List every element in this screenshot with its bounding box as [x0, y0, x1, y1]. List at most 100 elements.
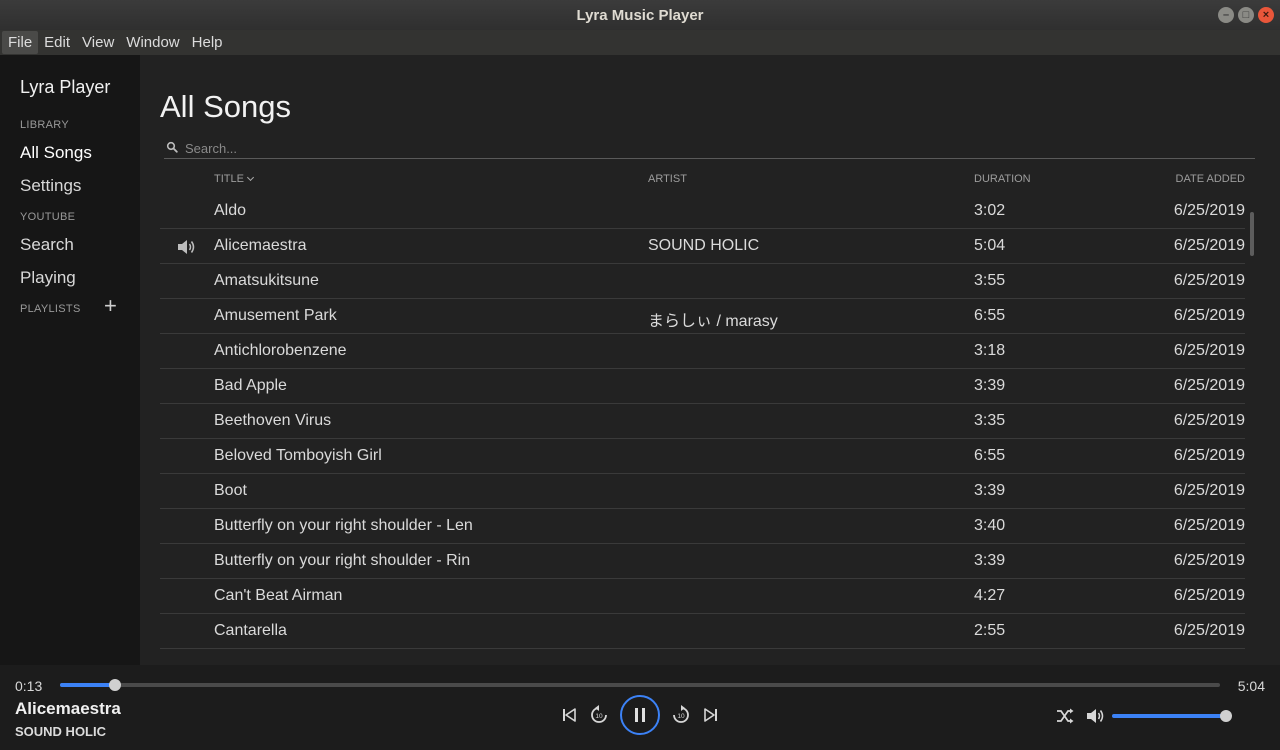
skip-previous-button[interactable]	[559, 705, 579, 725]
window-title: Lyra Music Player	[576, 6, 704, 24]
library-section-label: LIBRARY	[20, 119, 69, 131]
song-title: Aldo	[214, 202, 247, 219]
page-title: All Songs	[160, 89, 291, 124]
sidebar-item-search[interactable]: Search	[20, 235, 74, 255]
skip-next-button[interactable]	[701, 705, 721, 725]
song-artist: SOUND HOLIC	[648, 237, 760, 254]
song-title: Butterfly on your right shoulder - Len	[214, 517, 473, 534]
song-title: Boot	[214, 482, 247, 499]
seek-bar[interactable]	[60, 679, 1220, 691]
table-row[interactable]: Boot 3:39 6/25/2019	[160, 474, 1245, 509]
song-duration: 3:55	[974, 272, 1006, 289]
table-row[interactable]: Amatsukitsune 3:55 6/25/2019	[160, 264, 1245, 299]
svg-text:10: 10	[595, 713, 603, 720]
maximize-button[interactable]: □	[1238, 7, 1254, 23]
youtube-section-label: YOUTUBE	[20, 211, 76, 223]
sidebar-item-playing[interactable]: Playing	[20, 268, 76, 288]
now-playing-speaker-icon	[178, 240, 195, 254]
song-duration: 3:40	[974, 517, 1006, 534]
song-duration: 6:55	[974, 447, 1006, 464]
forward-10-icon: 10	[673, 705, 689, 723]
table-row[interactable]: Amusement Park まらしぃ / marasy 6:55 6/25/2019	[160, 299, 1245, 334]
table-row[interactable]: Cantarella 2:55 6/25/2019	[160, 614, 1245, 649]
volume-icon	[1086, 709, 1103, 723]
table-header: TITLE ARTIST DURATION DATE ADDED	[160, 173, 1245, 189]
skip-previous-icon	[563, 708, 576, 722]
sidebar-item-settings[interactable]: Settings	[20, 176, 81, 196]
song-title: Amatsukitsune	[214, 272, 319, 289]
menu-view[interactable]: View	[76, 31, 120, 54]
current-time: 0:13	[15, 678, 43, 694]
song-date-added: 6/25/2019	[1173, 272, 1245, 289]
song-date-added: 6/25/2019	[1173, 307, 1245, 324]
replay-10-icon: 10	[591, 705, 607, 723]
scrollbar-thumb[interactable]	[1250, 212, 1254, 256]
menu-edit[interactable]: Edit	[38, 31, 76, 54]
menu-bar: File Edit View Window Help	[0, 30, 1280, 55]
song-duration: 3:39	[974, 377, 1006, 394]
table-row[interactable]: Beloved Tomboyish Girl 6:55 6/25/2019	[160, 439, 1245, 474]
volume-slider-handle[interactable]	[1220, 710, 1232, 722]
add-playlist-plus-icon[interactable]: +	[104, 295, 117, 317]
playlists-section-label: PLAYLISTS	[20, 303, 81, 315]
shuffle-icon	[1057, 708, 1074, 724]
song-date-added: 6/25/2019	[1173, 447, 1245, 464]
song-duration: 4:27	[974, 587, 1006, 604]
player-bar: 0:13 5:04 Alicemaestra SOUND HOLIC 10 10	[0, 665, 1280, 750]
table-row[interactable]: Aldo 3:02 6/25/2019	[160, 194, 1245, 229]
table-row[interactable]: Butterfly on your right shoulder - Rin 3:…	[160, 544, 1245, 579]
replay-10-button[interactable]: 10	[587, 703, 611, 727]
pause-icon	[635, 708, 645, 722]
song-duration: 3:18	[974, 342, 1006, 359]
table-row[interactable]: Antichlorobenzene 3:18 6/25/2019	[160, 334, 1245, 369]
search-icon	[166, 141, 178, 153]
pause-button[interactable]	[620, 695, 660, 735]
song-duration: 5:04	[974, 237, 1006, 254]
song-title: Alicemaestra	[214, 237, 307, 254]
song-duration: 3:35	[974, 412, 1006, 429]
seek-bar-handle[interactable]	[108, 679, 121, 691]
song-title: Antichlorobenzene	[214, 342, 347, 359]
song-duration: 3:39	[974, 482, 1006, 499]
forward-10-button[interactable]: 10	[669, 703, 693, 727]
song-date-added: 6/25/2019	[1173, 237, 1245, 254]
sort-chevron-down-icon	[246, 173, 254, 182]
main-content: All Songs TITLE ARTIST DURATION DATE ADD…	[140, 55, 1280, 665]
song-title: Butterfly on your right shoulder - Rin	[214, 552, 471, 569]
sidebar: Lyra Player LIBRARY All Songs Settings Y…	[0, 55, 140, 665]
song-title: Can't Beat Airman	[214, 587, 343, 604]
table-row[interactable]: Beethoven Virus 3:35 6/25/2019	[160, 404, 1245, 439]
column-title-header[interactable]: TITLE	[214, 173, 254, 185]
total-time: 5:04	[1237, 678, 1265, 694]
song-duration: 3:39	[974, 552, 1006, 569]
search-input[interactable]	[185, 139, 1245, 157]
column-artist-header[interactable]: ARTIST	[648, 173, 687, 185]
song-title: Beethoven Virus	[214, 412, 332, 429]
song-date-added: 6/25/2019	[1173, 587, 1245, 604]
sidebar-item-all-songs[interactable]: All Songs	[20, 143, 92, 163]
song-date-added: 6/25/2019	[1173, 412, 1245, 429]
song-duration: 3:02	[974, 202, 1006, 219]
table-row[interactable]: Bad Apple 3:39 6/25/2019	[160, 369, 1245, 404]
menu-window[interactable]: Window	[120, 31, 185, 54]
song-title: Amusement Park	[214, 307, 337, 324]
menu-help[interactable]: Help	[186, 31, 229, 54]
shuffle-button[interactable]	[1054, 706, 1076, 726]
column-title-label: TITLE	[214, 173, 244, 185]
now-playing-title: Alicemaestra	[15, 699, 121, 718]
minimize-button[interactable]: –	[1218, 7, 1234, 23]
column-date-added-header[interactable]: DATE ADDED	[1176, 173, 1245, 185]
table-row[interactable]: Can't Beat Airman 4:27 6/25/2019	[160, 579, 1245, 614]
close-button[interactable]: ×	[1258, 7, 1274, 23]
song-date-added: 6/25/2019	[1173, 517, 1245, 534]
window-controls: – □ ×	[1218, 7, 1274, 23]
column-duration-header[interactable]: DURATION	[974, 173, 1031, 185]
seek-bar-fill	[60, 683, 115, 687]
volume-slider[interactable]	[1112, 710, 1232, 722]
table-row[interactable]: Alicemaestra SOUND HOLIC 5:04 6/25/2019	[160, 229, 1245, 264]
song-artist: まらしぃ / marasy	[648, 313, 778, 330]
menu-file[interactable]: File	[2, 31, 39, 54]
volume-button[interactable]	[1084, 706, 1106, 726]
song-date-added: 6/25/2019	[1173, 342, 1245, 359]
table-row[interactable]: Butterfly on your right shoulder - Len 3:…	[160, 509, 1245, 544]
